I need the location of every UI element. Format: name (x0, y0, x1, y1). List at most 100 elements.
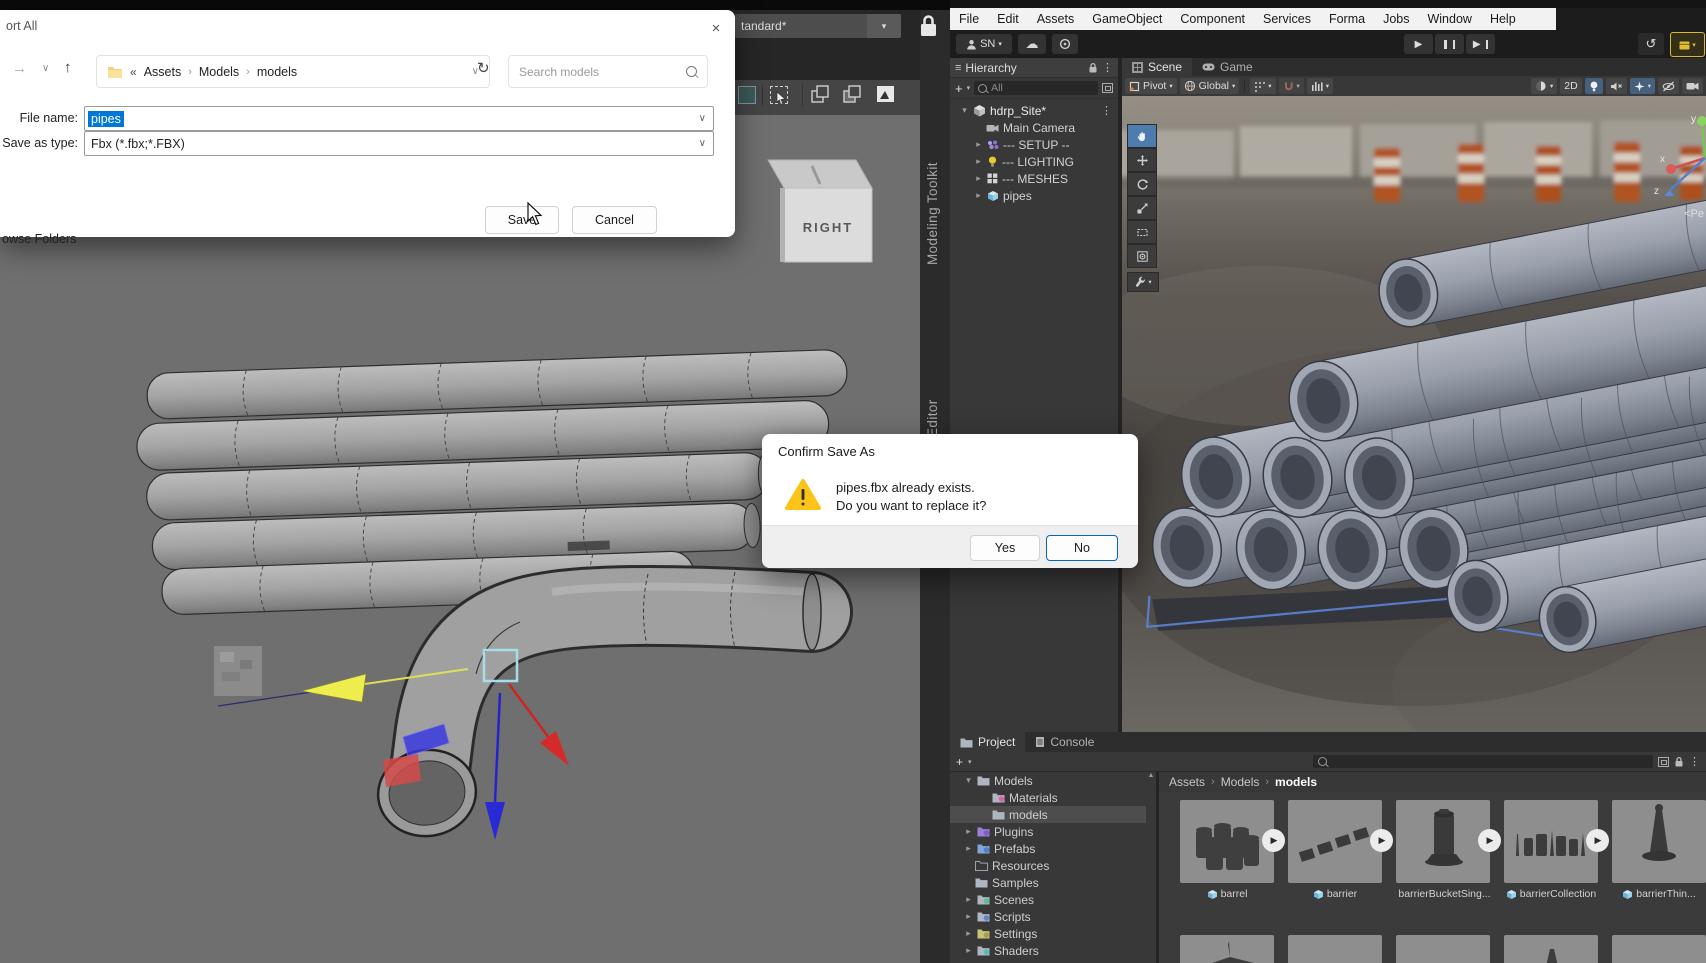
asset-tile[interactable] (1396, 935, 1490, 963)
asset-tile[interactable] (1612, 935, 1706, 963)
folder-settings[interactable]: ▸ Settings (950, 925, 1146, 942)
effects-toggle-button[interactable]: ▾ (1630, 78, 1655, 94)
play-badge[interactable]: ▶ (1262, 829, 1285, 852)
cloud-button[interactable]: ☁ (1018, 34, 1046, 54)
move-tool[interactable] (1127, 148, 1157, 172)
asset-tile[interactable] (1180, 935, 1274, 963)
hierarchy-item-scene[interactable]: ▾ hdrp_Site* ⋮ (950, 102, 1118, 119)
play-badge[interactable]: ▶ (1586, 829, 1609, 852)
maya-viewcube[interactable]: RIGHT (768, 160, 872, 262)
expander-icon[interactable]: ▸ (974, 190, 983, 201)
breadcrumb-assets[interactable]: Assets (1169, 775, 1205, 789)
asset-tile[interactable] (1504, 935, 1598, 963)
refresh-icon[interactable]: ↻ (477, 59, 490, 77)
play-badge[interactable]: ▶ (1370, 829, 1393, 852)
chevron-down-icon[interactable]: ∨ (699, 138, 713, 149)
menu-help[interactable]: Help (1481, 8, 1525, 30)
tab-project[interactable]: Project (950, 732, 1025, 752)
asset-preview-icon[interactable] (1658, 757, 1669, 767)
picker-window-icon[interactable] (1102, 83, 1113, 93)
tree-scrollbar[interactable]: ▲ (1146, 772, 1156, 963)
folder-models-sub[interactable]: models (950, 806, 1146, 823)
shading-mode-button[interactable]: ▾ (1531, 78, 1557, 94)
lock-icon[interactable] (916, 12, 942, 40)
camera-settings-button[interactable] (1682, 78, 1703, 94)
no-button[interactable]: No (1046, 535, 1118, 561)
asset-label[interactable]: barrierBucketSing... (1396, 888, 1490, 900)
pause-button[interactable] (1435, 34, 1464, 54)
scroll-up-icon[interactable]: ▲ (1146, 772, 1156, 779)
breadcrumb-models[interactable]: Models (199, 65, 239, 79)
rect-tool[interactable] (1127, 220, 1157, 244)
expander-icon[interactable]: ▸ (964, 945, 973, 956)
menu-edit[interactable]: Edit (988, 8, 1028, 30)
lock-icon[interactable] (1088, 62, 1098, 73)
expander-icon[interactable]: ▸ (964, 843, 973, 854)
snap-magnet-button[interactable]: ▾ (1279, 78, 1304, 94)
transform-tool[interactable] (1127, 244, 1157, 268)
chevron-down-icon[interactable]: ▾ (968, 758, 972, 766)
cancel-button[interactable]: Cancel (572, 206, 657, 234)
rotate-tool[interactable] (1127, 172, 1157, 196)
expander-icon[interactable]: ▸ (974, 173, 983, 184)
breadcrumb-models[interactable]: Models (1221, 775, 1260, 789)
folder-samples[interactable]: Samples (950, 874, 1146, 891)
account-button[interactable]: SN ▾ (956, 34, 1012, 54)
lock-icon[interactable] (1674, 756, 1684, 767)
2d-toggle-button[interactable]: 2D (1560, 78, 1581, 94)
yes-button[interactable]: Yes (970, 535, 1040, 561)
hierarchy-item-meshes[interactable]: ▸ --- MESHES (950, 170, 1118, 187)
up-icon[interactable]: ↑ (64, 59, 72, 76)
layout-alert-button[interactable]: ▾ (1670, 32, 1705, 57)
save-type-select[interactable]: Fbx (*.fbx;*.FBX) ∨ (84, 131, 714, 156)
hierarchy-item-lighting[interactable]: ▸ --- LIGHTING (950, 153, 1118, 170)
menu-services[interactable]: Services (1254, 8, 1320, 30)
render-icon[interactable] (876, 85, 896, 105)
collab-target-button[interactable] (1052, 34, 1078, 54)
hierarchy-search-input[interactable]: All (974, 81, 1098, 95)
folder-models[interactable]: ▾ Models (950, 772, 1146, 789)
asset-tile-barrier-bucket[interactable]: ▶ (1396, 800, 1490, 883)
folder-scenes[interactable]: ▸ Scenes (950, 891, 1146, 908)
tab-game[interactable]: Game (1192, 58, 1263, 76)
menu-component[interactable]: Component (1171, 8, 1254, 30)
kebab-menu-icon[interactable]: ⋮ (1101, 104, 1118, 117)
play-badge[interactable]: ▶ (1478, 829, 1501, 852)
asset-tile-barrel[interactable]: ▶ (1180, 800, 1274, 883)
address-bar[interactable]: « Assets › Models › models ∨ (96, 55, 490, 88)
kebab-menu-icon[interactable]: ⋮ (1102, 61, 1113, 74)
asset-label[interactable]: barrier (1288, 888, 1382, 900)
browse-folders-toggle[interactable]: owse Folders (2, 232, 76, 246)
menu-jobs[interactable]: Jobs (1374, 8, 1418, 30)
add-object-button[interactable]: + (955, 81, 963, 96)
overlay-handle[interactable] (1127, 114, 1157, 124)
scale-tool[interactable] (1127, 196, 1157, 220)
copy-icon[interactable] (810, 85, 830, 105)
breadcrumb-models-sub[interactable]: models (257, 65, 297, 79)
tab-modeling-toolkit[interactable]: Modeling Toolkit (925, 65, 940, 265)
breadcrumb-assets[interactable]: Assets (144, 65, 182, 79)
play-button[interactable]: ▶ (1404, 34, 1433, 54)
asset-label[interactable]: barrierCollection (1504, 888, 1598, 900)
folder-shaders[interactable]: ▸ Shaders (950, 942, 1146, 959)
step-button[interactable]: ▶ (1466, 34, 1495, 54)
axis-gizmo[interactable]: y x z (1628, 104, 1706, 204)
marquee-select-icon[interactable] (770, 86, 788, 104)
asset-tile-barrier-thin[interactable] (1612, 800, 1706, 883)
menu-window[interactable]: Window (1418, 8, 1480, 30)
project-search-input[interactable] (1313, 755, 1653, 768)
menu-forma[interactable]: Forma (1320, 8, 1374, 30)
perspective-label[interactable]: <Pe (1684, 208, 1704, 220)
expanded-caret-icon[interactable]: ▾ (964, 775, 973, 786)
expander-icon[interactable]: ▸ (964, 894, 973, 905)
asset-tile-barrier-collection[interactable]: ▶ (1504, 800, 1598, 883)
expander-icon[interactable]: ▸ (974, 139, 983, 150)
view-hand-tool[interactable] (1127, 124, 1157, 148)
expanded-caret-icon[interactable]: ▾ (960, 105, 969, 116)
folder-materials[interactable]: Materials (950, 789, 1146, 806)
asset-label[interactable]: barrierThin... (1612, 888, 1706, 900)
expander-icon[interactable]: ▸ (974, 156, 983, 167)
add-asset-button[interactable]: + (956, 755, 963, 769)
file-name-input[interactable]: pipes ∨ (84, 106, 714, 131)
close-icon[interactable]: × (701, 16, 731, 40)
